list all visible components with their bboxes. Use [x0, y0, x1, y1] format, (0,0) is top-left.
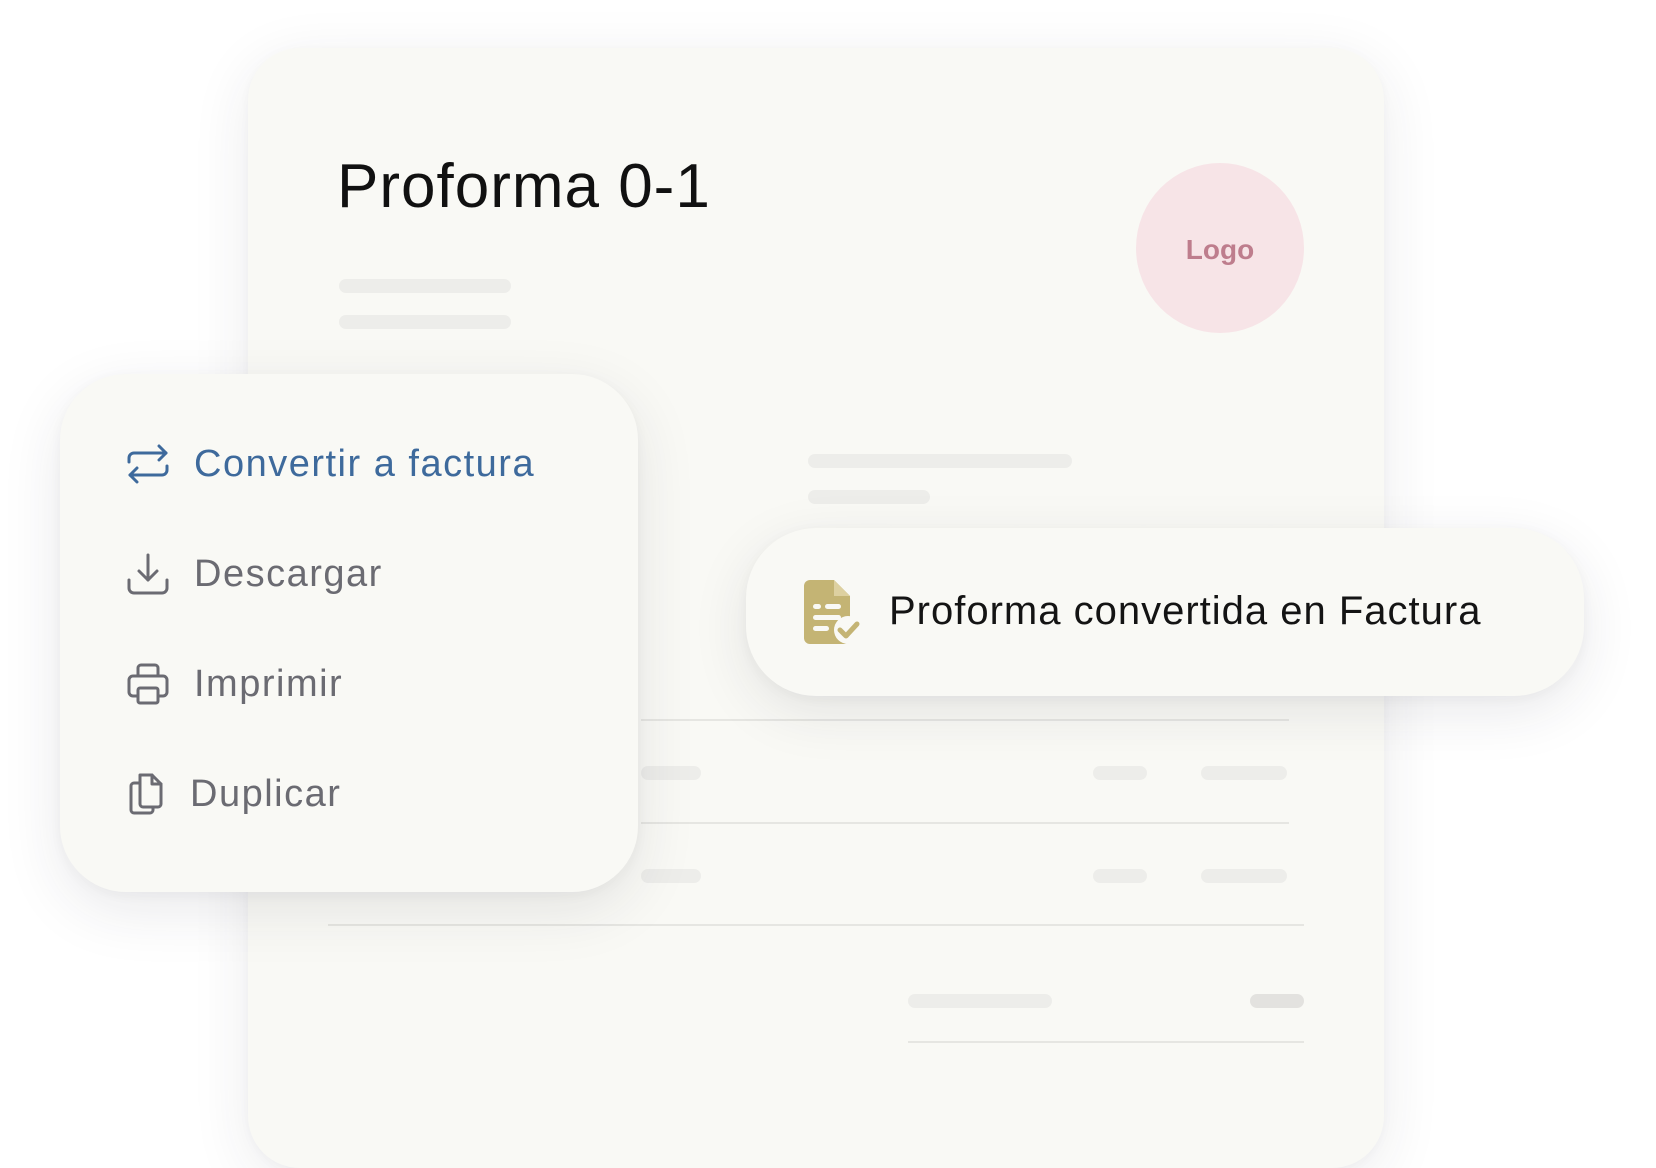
printer-icon: [126, 661, 172, 707]
menu-item-imprimir[interactable]: Imprimir: [126, 654, 343, 714]
conversion-toast: Proforma convertida en Factura: [746, 528, 1584, 696]
total-value-placeholder: [1250, 994, 1304, 1008]
table-cell-placeholder: [1201, 766, 1287, 780]
total-label-placeholder: [908, 994, 1052, 1008]
placeholder-line: [808, 490, 930, 504]
totals-divider: [908, 1041, 1304, 1043]
table-cell-placeholder: [1093, 766, 1147, 780]
table-cell-placeholder: [641, 766, 701, 780]
placeholder-line: [339, 279, 511, 293]
placeholder-line: [808, 454, 1072, 468]
menu-item-label: Duplicar: [190, 772, 342, 815]
table-cell-placeholder: [641, 869, 701, 883]
menu-item-label: Imprimir: [194, 662, 344, 705]
download-icon: [126, 551, 172, 597]
document-check-icon: [804, 580, 862, 644]
menu-item-convertir-a-factura[interactable]: Convertir a factura: [126, 434, 535, 494]
placeholder-line: [339, 315, 511, 329]
table-cell-placeholder: [1201, 869, 1287, 883]
toast-message: Proforma convertida en Factura: [889, 589, 1482, 633]
menu-item-duplicar[interactable]: Duplicar: [126, 764, 341, 824]
table-divider: [641, 822, 1289, 824]
menu-item-label: Descargar: [194, 552, 383, 595]
convert-arrows-icon: [126, 441, 172, 487]
menu-item-descargar[interactable]: Descargar: [126, 544, 383, 604]
document-title: Proforma 0-1: [337, 152, 711, 221]
duplicate-icon: [126, 771, 172, 817]
menu-item-label: Convertir a factura: [194, 442, 536, 485]
actions-menu: Convertir a factura Descargar Imprimir D…: [60, 374, 638, 892]
logo-label: Logo: [1185, 234, 1255, 265]
logo-placeholder: Logo: [1136, 163, 1304, 333]
table-divider: [641, 719, 1289, 721]
table-cell-placeholder: [1093, 869, 1147, 883]
table-divider: [328, 924, 1304, 926]
